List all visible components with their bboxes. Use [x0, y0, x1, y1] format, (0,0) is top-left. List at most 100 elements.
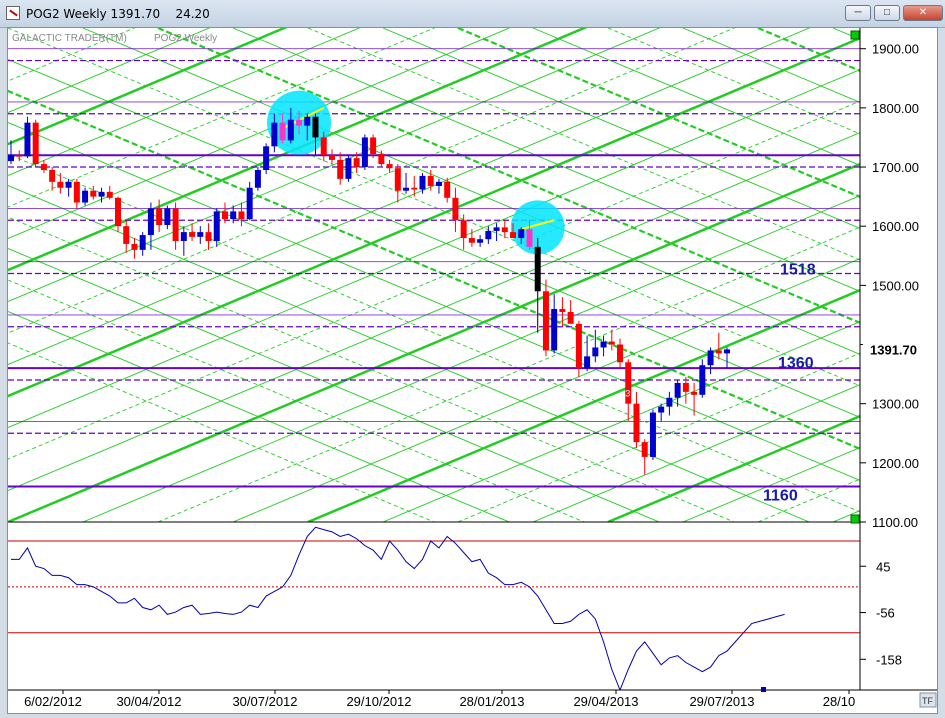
- candle-body: [8, 155, 14, 162]
- candle-body: [320, 137, 327, 156]
- chart-frame: 3 7 4 1900.00 1800.00 1700.00 1600.00 1500.00 1…: [7, 27, 938, 714]
- candle-body: [40, 164, 47, 170]
- candle-body: [271, 122, 278, 147]
- price-tick-label: 1800.00: [872, 101, 919, 116]
- candle-marker: 4: [642, 431, 647, 441]
- price-tick-label: 1500.00: [872, 278, 919, 293]
- candle-body: [180, 232, 187, 241]
- candle-body: [394, 168, 401, 191]
- candle-body: [691, 391, 698, 395]
- candle-body: [551, 309, 558, 351]
- date-axis: 6/02/2012 30/04/2012 30/07/2012 29/10/2012 2…: [24, 690, 855, 709]
- candle-body: [246, 187, 253, 220]
- candle-body: [699, 365, 706, 395]
- candle-body: [197, 232, 204, 237]
- top-scroll-marker[interactable]: [850, 30, 860, 40]
- chart-app-icon: [6, 6, 20, 20]
- candle-body: [24, 122, 31, 157]
- candle-body: [724, 349, 731, 354]
- candle-body: [411, 187, 418, 190]
- candle-body: [123, 226, 130, 244]
- window-titlebar: POG2 Weekly 1391.70 24.20 ─ □ ✕: [0, 0, 945, 28]
- candle-body: [641, 442, 648, 457]
- candle-body: [106, 191, 113, 198]
- candle-body: [32, 122, 39, 165]
- candle-body: [510, 232, 517, 239]
- candle-body: [353, 158, 360, 168]
- candle-body: [337, 159, 344, 179]
- candle-body: [658, 406, 665, 413]
- date-tick-label: 6/02/2012: [24, 694, 82, 709]
- candle-body: [386, 164, 393, 169]
- candle-body: [312, 116, 319, 138]
- candle-body: [172, 208, 179, 241]
- candle-body: [90, 190, 97, 197]
- candle-body: [435, 181, 442, 186]
- window-title: POG2 Weekly 1391.70 24.20: [26, 7, 210, 21]
- candle-body: [600, 341, 607, 348]
- candle-body: [559, 309, 566, 312]
- candle-body: [147, 208, 154, 236]
- date-tick-label: 30/07/2012: [232, 694, 297, 709]
- candle-body: [65, 181, 72, 188]
- candle-body: [156, 208, 163, 226]
- price-tick-label: 1100.00: [872, 515, 918, 530]
- candle-body: [131, 243, 138, 250]
- close-button[interactable]: ✕: [903, 5, 943, 21]
- candle-body: [649, 412, 656, 457]
- candle-body: [304, 116, 311, 126]
- candle-body: [617, 344, 624, 363]
- date-tick-label: 29/07/2013: [689, 694, 754, 709]
- candle-body: [715, 350, 722, 354]
- price-tick-label: 1200.00: [872, 456, 919, 471]
- candle-marker: 7: [642, 416, 647, 426]
- plot-background: [8, 28, 860, 690]
- candle-body: [98, 191, 105, 197]
- candle-marker: 3: [625, 389, 630, 399]
- candle-body: [16, 155, 23, 157]
- candle-body: [139, 235, 146, 250]
- candle-body: [518, 229, 525, 239]
- date-tick-label: 29/04/2013: [573, 694, 638, 709]
- candle-body: [427, 175, 434, 186]
- date-tick-label: 30/04/2012: [116, 694, 181, 709]
- candle-body: [419, 175, 426, 190]
- bottom-scroll-marker[interactable]: [850, 514, 860, 524]
- candle-body: [444, 181, 451, 198]
- candle-body: [592, 347, 599, 357]
- indicator-label: GALACTIC TRADER(TM): [12, 33, 127, 44]
- candle-body: [378, 154, 385, 165]
- tf-badge: TF: [922, 696, 933, 706]
- osc-tick-label: -56: [876, 606, 895, 621]
- candle-body: [205, 232, 212, 241]
- candle-body: [542, 291, 549, 351]
- candle-body: [238, 211, 245, 220]
- candle-body: [493, 227, 500, 231]
- date-tick-label: 29/10/2012: [346, 694, 411, 709]
- date-tick-label: 28/10: [823, 694, 856, 709]
- cursor-marker: [761, 687, 766, 692]
- candle-body: [361, 137, 368, 168]
- candle-body: [164, 208, 171, 226]
- candle-body: [666, 397, 673, 407]
- candle-body: [254, 169, 261, 188]
- symbol-label: POG2 Weekly: [154, 33, 217, 44]
- candle-body: [230, 211, 237, 220]
- candle-body: [296, 119, 303, 126]
- candle-body: [584, 356, 591, 369]
- date-tick-label: 28/01/2013: [459, 694, 524, 709]
- candle-body: [57, 181, 64, 188]
- chart-canvas[interactable]: 3 7 4 1900.00 1800.00 1700.00 1600.00 1500.00 1…: [8, 28, 937, 713]
- maximize-button[interactable]: □: [874, 5, 900, 21]
- candle-body: [567, 311, 574, 324]
- candle-body: [287, 119, 294, 141]
- last-price-label: 1391.70: [870, 342, 917, 357]
- candle-body: [707, 350, 714, 366]
- minimize-button[interactable]: ─: [845, 5, 871, 21]
- candle-body: [73, 181, 80, 203]
- candle-body: [403, 187, 410, 191]
- candle-body: [370, 137, 377, 155]
- osc-tick-label: -158: [876, 652, 902, 667]
- price-tick-label: 1700.00: [872, 160, 919, 175]
- price-axis: 1900.001800.001700.001600.001500.001400.…: [860, 42, 935, 667]
